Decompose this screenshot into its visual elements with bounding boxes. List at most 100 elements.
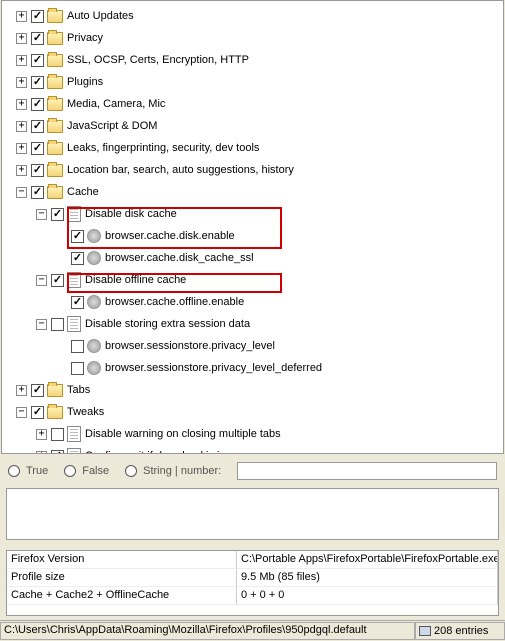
checkbox[interactable] (71, 362, 84, 375)
expander-icon[interactable]: + (16, 77, 27, 88)
radio-false-label: False (82, 465, 109, 477)
expander-icon[interactable]: − (36, 209, 47, 220)
checkbox[interactable] (51, 450, 64, 455)
checkbox[interactable] (71, 296, 84, 309)
tree-label: Tabs (67, 384, 98, 396)
expander-icon[interactable]: + (16, 143, 27, 154)
sheet-icon (67, 316, 81, 332)
checkbox[interactable] (31, 54, 44, 67)
expander-icon[interactable]: + (36, 451, 47, 455)
tree-row-browser-cache-disk-cache-ssl[interactable]: browser.cache.disk_cache_ssl (2, 247, 503, 269)
expander-icon[interactable]: + (16, 121, 27, 132)
folder-icon (47, 54, 63, 67)
checkbox[interactable] (31, 32, 44, 45)
tree-row-browser-cache-disk-enable[interactable]: browser.cache.disk.enable (2, 225, 503, 247)
sheet-icon (67, 206, 81, 222)
tree-row-plugins[interactable]: + Plugins (2, 71, 503, 93)
checkbox[interactable] (71, 230, 84, 243)
checkbox[interactable] (51, 318, 64, 331)
expander-icon[interactable]: + (16, 385, 27, 396)
expander-icon[interactable]: − (36, 319, 47, 330)
tree-label: browser.cache.offline.enable (105, 296, 252, 308)
sheet-icon (67, 272, 81, 288)
radio-true-label: True (26, 465, 48, 477)
checkbox[interactable] (71, 340, 84, 353)
expander-icon[interactable]: − (16, 187, 27, 198)
expander-icon[interactable]: + (16, 99, 27, 110)
tree-label: browser.sessionstore.privacy_level (105, 340, 283, 352)
tree-row-tabs[interactable]: + Tabs (2, 379, 503, 401)
expander-spacer (56, 231, 67, 242)
radio-false[interactable] (64, 465, 76, 477)
folder-icon (47, 98, 63, 111)
checkbox[interactable] (51, 428, 64, 441)
info-row-firefox-version: Firefox Version C:\Portable Apps\Firefox… (7, 551, 498, 569)
checkbox[interactable] (31, 186, 44, 199)
checkbox[interactable] (31, 10, 44, 23)
expander-icon[interactable]: + (16, 33, 27, 44)
tree-row-disable-offline-cache[interactable]: − Disable offline cache (2, 269, 503, 291)
tree-row-media[interactable]: + Media, Camera, Mic (2, 93, 503, 115)
tree-row-confirm-quit[interactable]: + Confirm quit if download is in progres… (2, 445, 503, 454)
tree-label: SSL, OCSP, Certs, Encryption, HTTP (67, 54, 257, 66)
sheet-icon (67, 448, 81, 454)
info-row-profile-size: Profile size 9.5 Mb (85 files) (7, 569, 498, 587)
description-panel (6, 488, 499, 540)
tree-row-browser-cache-offline-enable[interactable]: browser.cache.offline.enable (2, 291, 503, 313)
tree-label: Media, Camera, Mic (67, 98, 173, 110)
tree-label: Disable warning on closing multiple tabs (85, 428, 289, 440)
tree-row-ssl[interactable]: + SSL, OCSP, Certs, Encryption, HTTP (2, 49, 503, 71)
expander-spacer (56, 363, 67, 374)
folder-icon (47, 406, 63, 419)
checkbox[interactable] (51, 208, 64, 221)
tree-row-javascript[interactable]: + JavaScript & DOM (2, 115, 503, 137)
sheet-icon (67, 426, 81, 442)
expander-icon[interactable]: + (16, 11, 27, 22)
expander-spacer (56, 253, 67, 264)
checkbox[interactable] (31, 142, 44, 155)
tree-row-tweaks[interactable]: − Tweaks (2, 401, 503, 423)
status-bar: C:\Users\Chris\AppData\Roaming\Mozilla\F… (0, 620, 505, 640)
tree-label: Confirm quit if download is in progress (85, 450, 279, 454)
expander-icon[interactable]: + (16, 165, 27, 176)
tree-row-disable-disk-cache[interactable]: − Disable disk cache (2, 203, 503, 225)
radio-true[interactable] (8, 465, 20, 477)
tree-row-auto-updates[interactable]: + Auto Updates (2, 5, 503, 27)
tree-row-browser-sessionstore-privacy[interactable]: browser.sessionstore.privacy_level (2, 335, 503, 357)
info-key: Cache + Cache2 + OfflineCache (7, 587, 237, 605)
checkbox[interactable] (31, 76, 44, 89)
expander-icon[interactable]: + (16, 55, 27, 66)
tree-row-disable-warning-closing[interactable]: + Disable warning on closing multiple ta… (2, 423, 503, 445)
folder-icon (47, 10, 63, 23)
expander-icon[interactable]: − (16, 407, 27, 418)
expander-icon[interactable]: + (36, 429, 47, 440)
checkbox[interactable] (71, 252, 84, 265)
tree-label: browser.cache.disk_cache_ssl (105, 252, 262, 264)
tree-label: Disable disk cache (85, 208, 185, 220)
checkbox[interactable] (51, 274, 64, 287)
checkbox[interactable] (31, 120, 44, 133)
checkbox[interactable] (31, 384, 44, 397)
tree-panel: + Auto Updates + Privacy + SSL, OCSP, Ce… (1, 0, 504, 454)
checkbox[interactable] (31, 164, 44, 177)
folder-icon (47, 76, 63, 89)
expander-icon[interactable]: − (36, 275, 47, 286)
gear-icon (87, 339, 101, 353)
status-path: C:\Users\Chris\AppData\Roaming\Mozilla\F… (0, 622, 415, 640)
expander-spacer (56, 341, 67, 352)
radio-string-number[interactable] (125, 465, 137, 477)
checkbox[interactable] (31, 98, 44, 111)
tree-row-browser-sessionstore-privacy-deferred[interactable]: browser.sessionstore.privacy_level_defer… (2, 357, 503, 379)
checkbox[interactable] (31, 406, 44, 419)
tree-label: browser.cache.disk.enable (105, 230, 243, 242)
tree-row-leaks[interactable]: + Leaks, fingerprinting, security, dev t… (2, 137, 503, 159)
info-value: C:\Portable Apps\FirefoxPortable\Firefox… (237, 551, 498, 569)
status-entries-label: 208 entries (434, 625, 488, 637)
string-number-input[interactable] (237, 462, 497, 480)
tree-row-locationbar[interactable]: + Location bar, search, auto suggestions… (2, 159, 503, 181)
tree-label: browser.sessionstore.privacy_level_defer… (105, 362, 330, 374)
tree-row-cache[interactable]: − Cache (2, 181, 503, 203)
tree-row-disable-storing-extra[interactable]: − Disable storing extra session data (2, 313, 503, 335)
tree-row-privacy[interactable]: + Privacy (2, 27, 503, 49)
tree-label: Leaks, fingerprinting, security, dev too… (67, 142, 267, 154)
